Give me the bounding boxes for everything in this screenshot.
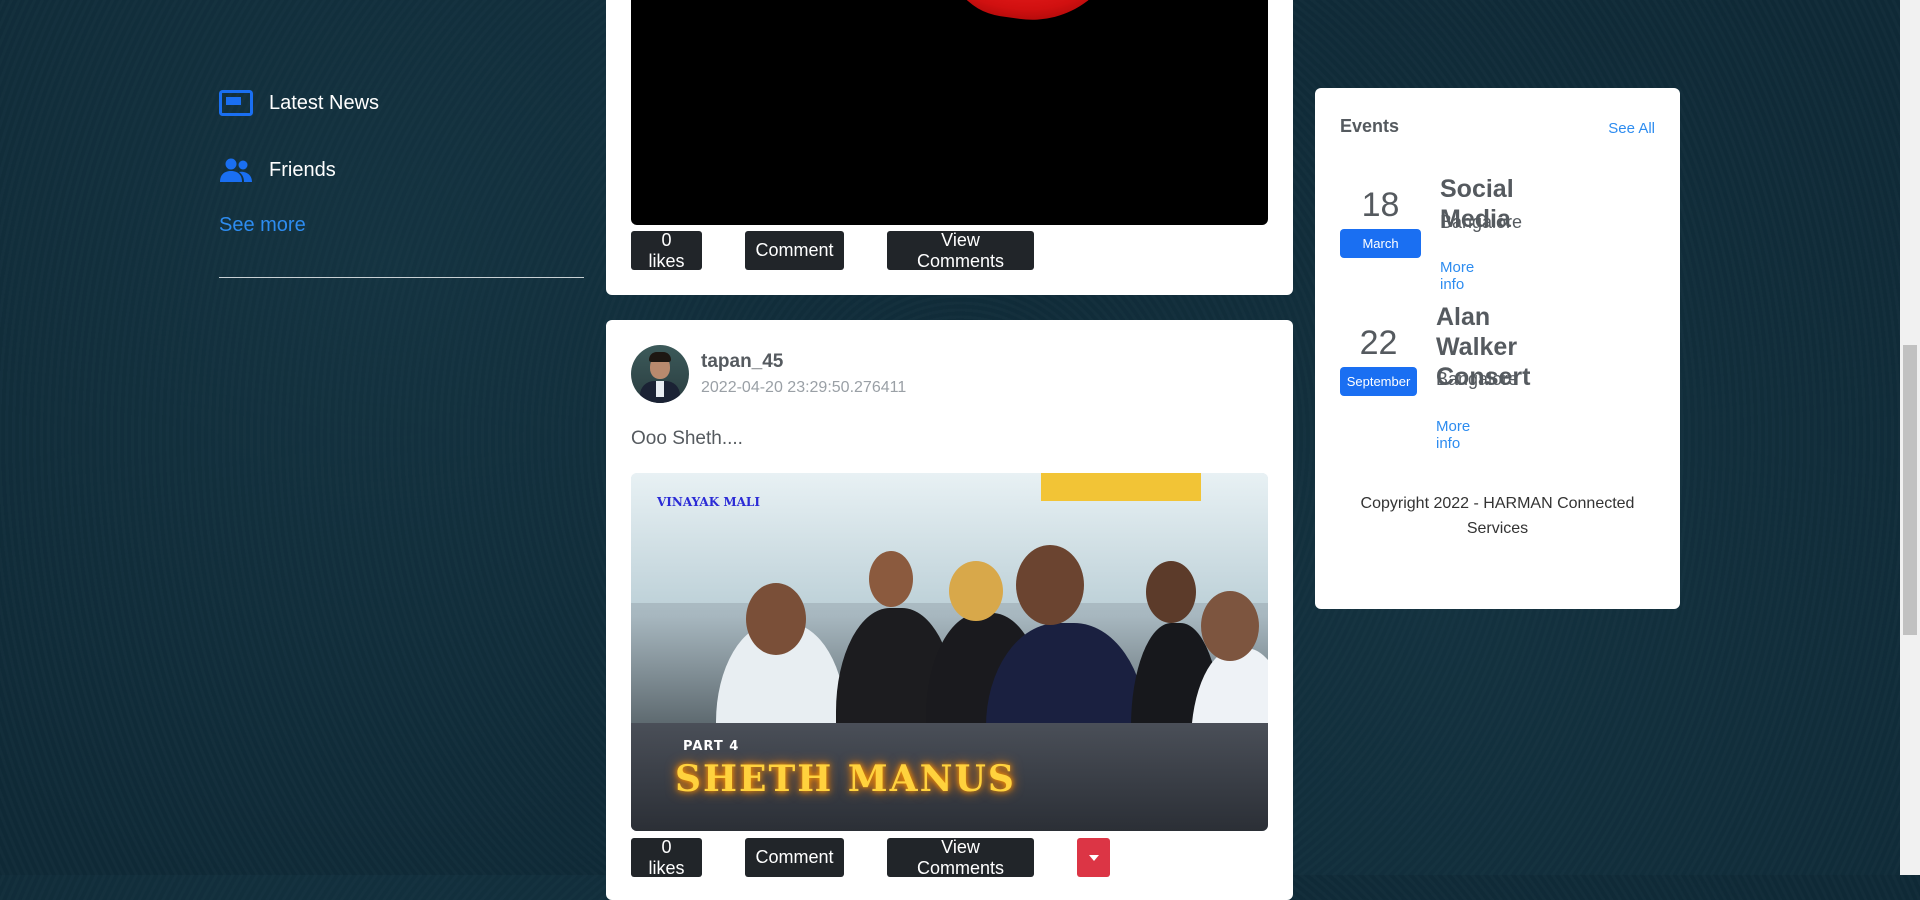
view-comments-button[interactable]: View Comments bbox=[887, 837, 1034, 878]
thumbnail-title-text: SHETH MANUS bbox=[675, 758, 1016, 800]
video-frame-shape bbox=[940, 0, 1122, 32]
comment-button[interactable]: Comment bbox=[745, 838, 844, 877]
event-location: Bangalore bbox=[1440, 212, 1523, 232]
friends-icon bbox=[219, 155, 253, 185]
comment-button[interactable]: Comment bbox=[745, 231, 844, 270]
event-date: 22 September bbox=[1340, 324, 1417, 396]
sidebar-item-label: Friends bbox=[269, 158, 336, 181]
likes-button[interactable]: 0 likes bbox=[631, 230, 702, 271]
sidebar-divider bbox=[219, 277, 584, 278]
event-day: 22 bbox=[1359, 324, 1398, 362]
see-all-link[interactable]: See All bbox=[1608, 120, 1655, 137]
post-actions: 0 likes Comment View Comments bbox=[631, 837, 1110, 878]
post-video-thumbnail[interactable]: VINAYAK MALI PART 4 SHETH MANUS bbox=[631, 473, 1268, 831]
caret-down-icon bbox=[1088, 854, 1099, 861]
see-more-link[interactable]: See more bbox=[219, 214, 584, 237]
page-scrollbar[interactable] bbox=[1900, 0, 1920, 875]
left-sidebar: Latest News Friends See more bbox=[219, 80, 584, 278]
post-actions: 0 likes Comment View Comments bbox=[631, 230, 1034, 271]
sidebar-item-latest-news[interactable]: Latest News bbox=[219, 80, 584, 126]
view-comments-button[interactable]: View Comments bbox=[887, 230, 1034, 271]
avatar[interactable] bbox=[631, 345, 689, 403]
event-day: 18 bbox=[1361, 186, 1400, 224]
post-card: tapan_45 2022-04-20 23:29:50.276411 Ooo … bbox=[606, 320, 1293, 900]
post-video[interactable] bbox=[631, 0, 1268, 225]
likes-button[interactable]: 0 likes bbox=[631, 837, 702, 878]
post-header: tapan_45 2022-04-20 23:29:50.276411 bbox=[631, 345, 906, 403]
copyright-text: Copyright 2022 - HARMAN Connected Servic… bbox=[1315, 491, 1680, 541]
post-timestamp: 2022-04-20 23:29:50.276411 bbox=[701, 379, 907, 396]
events-title: Events bbox=[1340, 116, 1400, 136]
event-more-info-link[interactable]: More info bbox=[1440, 259, 1474, 293]
event-date: 18 March bbox=[1340, 186, 1421, 258]
event-more-info-link[interactable]: More info bbox=[1436, 418, 1470, 452]
post-card: 0 likes Comment View Comments bbox=[606, 0, 1293, 295]
sidebar-item-label: Latest News bbox=[269, 91, 380, 114]
post-username[interactable]: tapan_45 bbox=[701, 351, 906, 373]
event-month: March bbox=[1340, 229, 1421, 258]
events-panel: Events See All 18 March Social Media Ban… bbox=[1315, 88, 1680, 609]
thumbnail-part-text: PART 4 bbox=[683, 739, 740, 754]
post-options-dropdown[interactable] bbox=[1077, 838, 1110, 877]
sidebar-item-friends[interactable]: Friends bbox=[219, 147, 584, 193]
newspaper-icon bbox=[219, 88, 253, 118]
event-location: Bangalore bbox=[1436, 369, 1519, 389]
scrollbar-thumb[interactable] bbox=[1903, 345, 1917, 635]
copyright-line: Services bbox=[1466, 520, 1529, 537]
event-name-line: Alan Walker bbox=[1436, 303, 1518, 361]
thumbnail-channel-text: VINAYAK MALI bbox=[657, 495, 760, 509]
event-month: September bbox=[1340, 367, 1417, 396]
post-text: Ooo Sheth.... bbox=[631, 428, 743, 449]
copyright-line: Copyright 2022 - HARMAN Connected bbox=[1360, 495, 1635, 512]
